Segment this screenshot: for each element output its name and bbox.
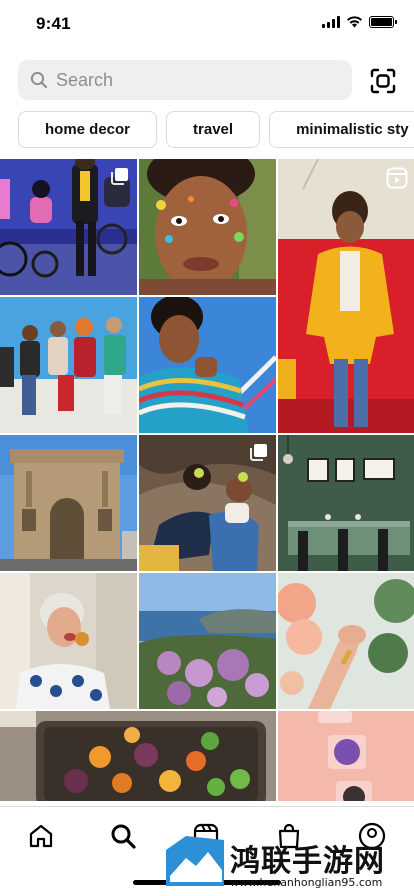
photo-group-wall [0, 297, 137, 433]
grid-tile-dining-room[interactable] [278, 435, 414, 571]
status-time: 9:41 [36, 14, 71, 33]
search-bar[interactable] [18, 60, 352, 100]
carousel-icon [111, 168, 128, 185]
reels-icon [386, 167, 408, 189]
explore-grid [0, 159, 414, 805]
photo-woman-eating [0, 573, 137, 709]
watermark-logo-icon [166, 836, 224, 886]
qr-scan-button[interactable] [366, 64, 400, 98]
grid-tile-face-paint[interactable] [139, 159, 276, 295]
tab-home[interactable] [26, 821, 56, 851]
photo-yellow-jacket [278, 159, 414, 433]
tab-search[interactable] [108, 821, 138, 851]
grid-tile-yellow-jacket[interactable] [278, 159, 414, 433]
grid-tile-triumphal-arch[interactable] [0, 435, 137, 571]
photo-dining-room [278, 435, 414, 571]
grid-tile-coastal-flowers[interactable] [139, 573, 276, 709]
chip-home-decor[interactable]: home decor [18, 111, 158, 148]
watermark-url: www.henanhonglian95.com [230, 876, 383, 889]
wifi-icon [347, 16, 362, 28]
home-icon [29, 824, 53, 848]
search-icon [111, 824, 136, 849]
grid-tile-roasted-vegetables[interactable] [0, 711, 276, 801]
cellular-signal-icon [322, 16, 340, 28]
photo-eyeshadow [278, 711, 414, 801]
grid-tile-group-wall[interactable] [0, 297, 137, 433]
photo-coastal-flowers [139, 573, 276, 709]
chip-travel[interactable]: travel [166, 111, 261, 148]
status-bar: 9:41 [0, 0, 414, 48]
grid-tile-striped-sweater[interactable] [139, 297, 276, 433]
topic-chips: home decor travel minimalistic sty [18, 111, 414, 149]
search-icon [30, 71, 48, 89]
grid-tile-couple-rocks[interactable] [139, 435, 276, 571]
qr-scan-icon [370, 68, 396, 94]
grid-tile-eyeshadow[interactable] [278, 711, 414, 801]
grid-tile-kids-cycling[interactable] [0, 159, 137, 295]
carousel-icon [250, 444, 267, 461]
photo-face-paint [139, 159, 276, 295]
grid-tile-woman-eating[interactable] [0, 573, 137, 709]
watermark-title: 鸿联手游网 [230, 844, 385, 879]
photo-triumphal-arch [0, 435, 137, 571]
chip-minimalistic-style[interactable]: minimalistic sty [269, 111, 414, 148]
photo-hand-roses [278, 573, 414, 709]
grid-tile-hand-roses[interactable] [278, 573, 414, 709]
search-input[interactable] [56, 69, 326, 91]
battery-icon [369, 16, 397, 28]
photo-roasted-vegetables [0, 711, 276, 801]
status-icons [322, 16, 397, 28]
watermark: 鸿联手游网 www.henanhonglian95.com [166, 832, 414, 892]
photo-striped-sweater [139, 297, 276, 433]
